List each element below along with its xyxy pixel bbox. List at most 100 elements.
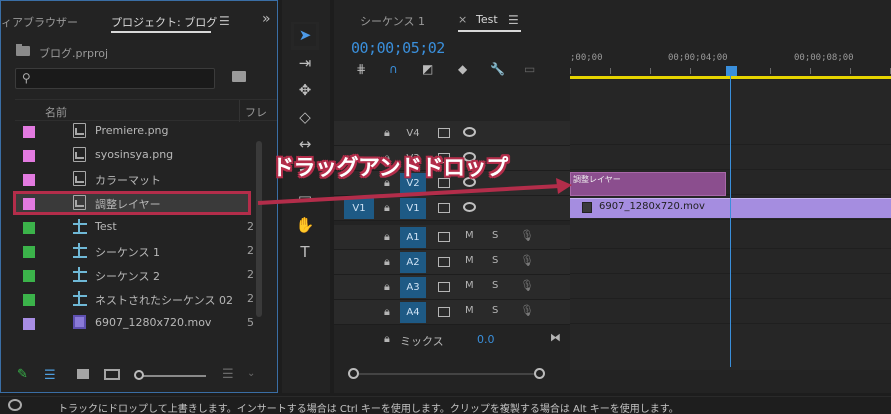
panel-menu-icon[interactable]: ☰ (508, 13, 519, 27)
lock-icon[interactable]: 🔒︎ (384, 230, 390, 244)
sync-lock-icon[interactable] (438, 282, 450, 292)
list-item[interactable]: ネストされたシーケンス 02 2 (15, 287, 254, 311)
search-box[interactable]: ⚲ (15, 68, 215, 89)
overflow-chevron-icon[interactable]: » (262, 11, 271, 27)
close-icon[interactable]: × (458, 13, 467, 26)
linked-selection-icon[interactable]: ◩ (422, 62, 433, 76)
solo-button[interactable]: S (492, 280, 498, 291)
track-header-a3[interactable]: 🔒︎ A3 M S 🎙︎ (334, 275, 570, 300)
sync-lock-icon[interactable] (438, 307, 450, 317)
column-name-header[interactable]: 名前 (45, 104, 67, 120)
lock-icon[interactable]: 🔒︎ (384, 332, 390, 346)
microphone-icon[interactable]: 🎙︎ (520, 279, 534, 292)
razor-tool-icon[interactable]: ◇ (294, 106, 316, 128)
track-name[interactable]: V1 (400, 198, 426, 219)
timeline-zoom-scrollbar[interactable] (348, 368, 548, 380)
mute-button[interactable]: M (465, 255, 474, 266)
microphone-icon[interactable]: 🎙︎ (520, 229, 534, 242)
solo-button[interactable]: S (492, 255, 498, 266)
lock-icon[interactable]: 🔒︎ (384, 280, 390, 294)
microphone-icon[interactable]: 🎙︎ (520, 304, 534, 317)
add-marker-icon[interactable]: ◆ (458, 62, 467, 76)
search-input[interactable] (38, 71, 208, 86)
lock-icon[interactable]: 🔒︎ (384, 126, 390, 140)
solo-button[interactable]: S (492, 305, 498, 316)
track-header-v1[interactable]: V1 🔒︎ V1 (334, 196, 570, 221)
track-name[interactable]: A3 (400, 277, 426, 298)
list-item[interactable]: Test 2 (15, 215, 254, 239)
selection-tool-icon[interactable]: ➤ (294, 24, 316, 46)
tab-sequence-1[interactable]: シーケンス 1 (360, 13, 425, 29)
zoom-slider-handle[interactable] (134, 370, 144, 380)
list-item[interactable]: カラーマット (15, 167, 253, 191)
sync-lock-icon[interactable] (438, 203, 450, 213)
go-to-end-icon[interactable]: ⧓ (550, 331, 561, 344)
solo-button[interactable]: S (492, 230, 498, 241)
wrench-icon[interactable]: 🔧 (490, 62, 505, 76)
label-color-swatch[interactable] (23, 294, 35, 306)
hand-tool-icon[interactable]: ✋ (294, 214, 316, 236)
project-scrollbar[interactable] (256, 141, 262, 317)
list-item[interactable]: Premiere.png (15, 119, 253, 143)
lock-icon[interactable]: 🔒︎ (384, 305, 390, 319)
adjustment-layer-clip[interactable]: 調整レイヤー (570, 172, 726, 196)
list-item-selected[interactable]: 調整レイヤー (15, 191, 253, 215)
mix-track-header[interactable]: 🔒︎ ミックス 0.0 ⧓ (334, 327, 570, 351)
captions-icon[interactable]: ▭ (524, 62, 535, 76)
mix-volume-value[interactable]: 0.0 (477, 333, 495, 346)
label-color-swatch[interactable] (23, 198, 35, 210)
sync-lock-icon[interactable] (438, 232, 450, 242)
label-color-swatch[interactable] (23, 270, 35, 282)
list-item[interactable]: シーケンス 1 2 (15, 239, 254, 263)
playhead-line[interactable] (730, 72, 731, 367)
snap-magnet-icon[interactable]: ∩ (389, 62, 398, 76)
pencil-icon[interactable]: ✎ (17, 367, 28, 382)
rectangle-tool-icon[interactable]: ▭ (294, 187, 316, 209)
list-view-icon[interactable]: ☰ (44, 368, 56, 383)
tab-media-browser[interactable]: ィアブラウザー (1, 14, 78, 30)
label-color-swatch[interactable] (23, 246, 35, 258)
microphone-icon[interactable]: 🎙︎ (520, 254, 534, 267)
track-header-v4[interactable]: 🔒︎ V4 (334, 121, 570, 146)
creative-cloud-icon[interactable] (8, 399, 22, 411)
source-patch[interactable]: V1 (344, 198, 374, 219)
lock-icon[interactable]: 🔒︎ (384, 201, 390, 215)
tab-test[interactable]: Test (476, 13, 498, 26)
chevron-down-icon[interactable]: ⌄ (247, 368, 255, 379)
mute-button[interactable]: M (465, 230, 474, 241)
track-header-a4[interactable]: 🔒︎ A4 M S 🎙︎ (334, 300, 570, 325)
column-frame-rate-header[interactable]: フレ (245, 104, 267, 120)
playhead-handle[interactable] (726, 66, 737, 76)
scrollbar-left-handle[interactable] (348, 368, 359, 379)
track-header-a2[interactable]: 🔒︎ A2 M S 🎙︎ (334, 250, 570, 275)
type-tool-icon[interactable]: T (294, 241, 316, 263)
playhead-timecode[interactable]: 00;00;05;02 (351, 39, 445, 57)
lock-icon[interactable]: 🔒︎ (384, 255, 390, 269)
track-name[interactable]: A2 (400, 252, 426, 273)
list-item[interactable]: 6907_1280x720.mov 5 (15, 311, 254, 335)
sync-lock-icon[interactable] (438, 257, 450, 267)
list-item[interactable]: syosinsya.png (15, 143, 253, 167)
tab-project[interactable]: プロジェクト: ブログ (111, 14, 217, 30)
label-color-swatch[interactable] (23, 174, 35, 186)
label-color-swatch[interactable] (23, 318, 35, 330)
scrollbar-right-handle[interactable] (534, 368, 545, 379)
icon-view-icon[interactable] (77, 369, 89, 379)
track-name[interactable]: A1 (400, 227, 426, 248)
track-name[interactable]: V4 (400, 123, 426, 144)
sync-lock-icon[interactable] (438, 128, 450, 138)
new-bin-icon[interactable] (232, 71, 246, 82)
freeform-view-icon[interactable] (104, 369, 120, 380)
list-item[interactable]: シーケンス 2 2 (15, 263, 254, 287)
ripple-edit-tool-icon[interactable]: ✥ (294, 79, 316, 101)
label-color-swatch[interactable] (23, 126, 35, 138)
mute-button[interactable]: M (465, 280, 474, 291)
scrollbar-track[interactable] (359, 373, 536, 375)
zoom-slider-track[interactable] (136, 375, 206, 377)
insert-nest-icon[interactable]: ⋕ (356, 62, 366, 76)
label-color-swatch[interactable] (23, 150, 35, 162)
label-color-swatch[interactable] (23, 222, 35, 234)
panel-menu-icon[interactable]: ☰ (219, 14, 230, 28)
track-select-tool-icon[interactable]: ⇥ (294, 52, 316, 74)
eye-icon[interactable] (463, 202, 476, 212)
